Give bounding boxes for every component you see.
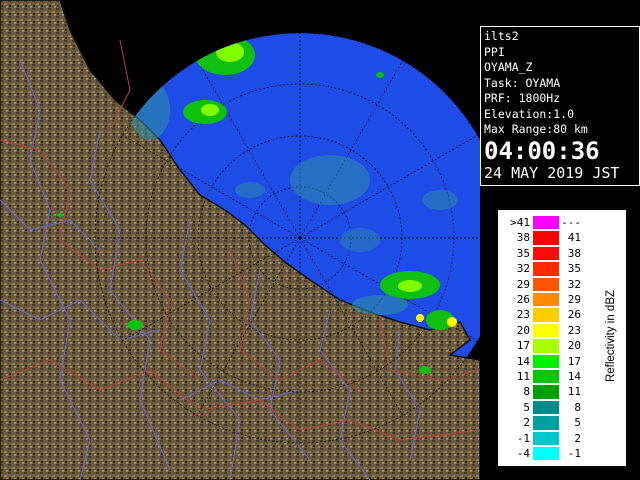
legend-color-swatch — [533, 323, 559, 338]
legend-lower-value: 8 — [523, 385, 530, 399]
legend-color-swatch — [533, 447, 559, 461]
legend-row: 23 26 — [499, 307, 599, 322]
legend-color-swatch — [533, 308, 559, 322]
radar-info-panel: ilts2 PPI OYAMA_Z Task: OYAMA PRF: 1800H… — [480, 26, 640, 186]
reflectivity-legend: >41 --- 38 41 35 38 32 35 29 32 26 29 23 26 20 23 17 20 14… — [498, 210, 626, 466]
legend-row: 38 41 — [499, 230, 599, 245]
legend-upper-value: 35 — [567, 262, 581, 276]
scan-date: 24 MAY 2019 JST — [484, 163, 620, 182]
legend-row: 20 23 — [499, 323, 599, 338]
legend-color-swatch — [533, 277, 559, 291]
legend-upper-value: 17 — [567, 354, 581, 368]
legend-row: 14 17 — [499, 354, 599, 369]
legend-lower-value: 11 — [516, 370, 530, 383]
radar-display: ilts2 PPI OYAMA_Z Task: OYAMA PRF: 1800H… — [0, 0, 640, 480]
legend-row: -4 -1 — [499, 446, 599, 461]
legend-lower-value: 32 — [516, 262, 530, 276]
legend-lower-value: 26 — [516, 293, 530, 306]
scan-mode: PPI — [484, 44, 505, 59]
legend-upper-value: 41 — [567, 231, 581, 245]
legend-lower-value: 2 — [523, 416, 530, 430]
legend-color-swatch — [533, 354, 559, 368]
legend-upper-value: -1 — [567, 447, 581, 460]
elevation-value: Elevation:1.0 — [484, 106, 575, 121]
legend-lower-value: 23 — [516, 308, 530, 322]
legend-color-swatch — [533, 339, 559, 353]
legend-upper-value: 20 — [567, 339, 581, 353]
legend-upper-value: 8 — [574, 400, 581, 414]
legend-row: 58 — [499, 400, 599, 415]
legend-row: 17 20 — [499, 338, 599, 353]
legend-upper-value: --- — [561, 216, 581, 229]
legend-row: 29 32 — [499, 277, 599, 292]
task-name: Task: OYAMA — [484, 75, 561, 90]
legend-lower-value: 20 — [516, 323, 530, 337]
legend-upper-value: 11 — [567, 385, 581, 399]
legend-color-swatch — [533, 231, 559, 245]
legend-lower-value: -1 — [516, 431, 530, 445]
legend-lower-value: 17 — [516, 339, 530, 353]
legend-row: >41 --- — [499, 215, 599, 230]
prf-value: PRF: 1800Hz — [484, 91, 561, 105]
legend-lower-value: 35 — [516, 246, 530, 260]
legend-row: 11 14 — [499, 369, 599, 384]
legend-lower-value: 29 — [516, 277, 530, 291]
product-name: ilts2 — [484, 29, 519, 43]
legend-row: -1 2 — [499, 431, 599, 446]
legend-row: 35 38 — [499, 246, 599, 261]
legend-row: 8 11 — [499, 384, 599, 399]
legend-color-swatch — [533, 246, 559, 261]
legend-title: Reflectivity in dBZ — [605, 289, 617, 383]
legend-color-swatch — [533, 216, 559, 230]
legend-upper-value: 2 — [574, 431, 581, 445]
legend-lower-value: -4 — [516, 447, 530, 460]
legend-row: 32 35 — [499, 261, 599, 276]
legend-upper-value: 23 — [567, 323, 581, 337]
legend-lower-value: 14 — [516, 354, 530, 368]
legend-upper-value: 14 — [567, 370, 581, 383]
legend-lower-value: 5 — [523, 400, 530, 414]
legend-upper-value: 38 — [567, 246, 581, 260]
legend-row: 25 — [499, 415, 599, 430]
legend-upper-value: 29 — [567, 293, 581, 306]
legend-row: 26 29 — [499, 292, 599, 307]
legend-upper-value: 32 — [567, 277, 581, 291]
field-name: OYAMA_Z — [484, 60, 533, 74]
radar-ppi-map — [0, 0, 480, 480]
legend-upper-value: 5 — [574, 416, 581, 430]
legend-lower-value: 38 — [516, 231, 530, 245]
legend-color-swatch — [533, 293, 559, 307]
legend-color-swatch — [533, 431, 559, 445]
legend-axis-title: Reflectivity in dBZ — [603, 251, 619, 421]
legend-color-swatch — [533, 385, 559, 399]
legend-color-swatch — [533, 400, 559, 415]
legend-color-swatch — [533, 370, 559, 384]
scan-time: 04:00:36 — [484, 136, 600, 165]
legend-lower-value: >41 — [510, 216, 530, 229]
legend-color-swatch — [533, 416, 559, 430]
legend-upper-value: 26 — [567, 308, 581, 322]
max-range-value: Max Range:80 km — [484, 122, 588, 136]
legend-color-swatch — [533, 262, 559, 276]
